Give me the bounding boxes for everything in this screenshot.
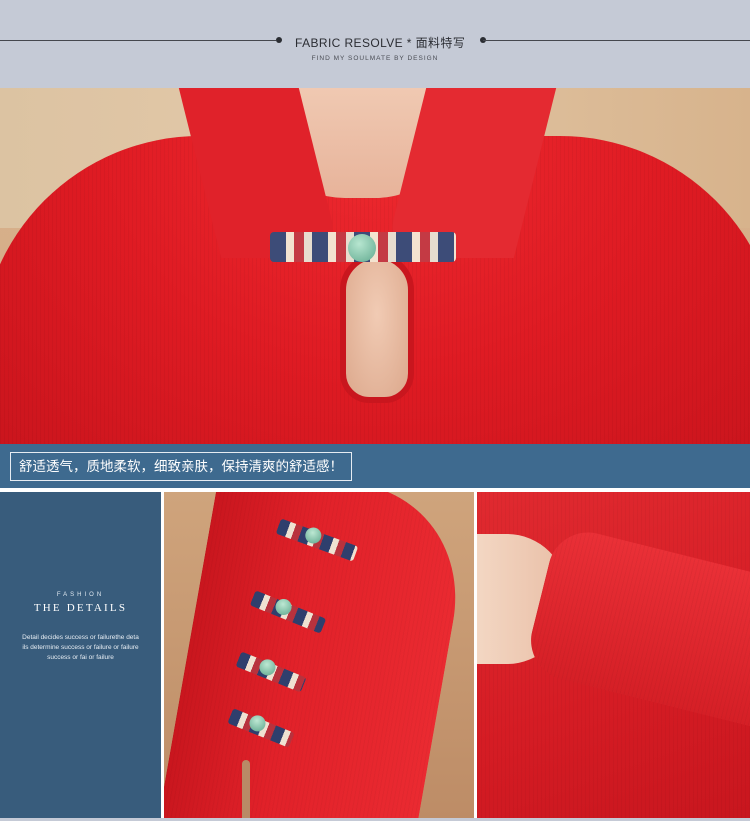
details-body: Detail decides success or failurethe det… xyxy=(22,634,139,661)
keyhole-neckline xyxy=(340,253,414,403)
jade-bead xyxy=(348,234,376,262)
section-subtitle: FIND MY SOULMATE BY DESIGN xyxy=(311,55,439,62)
side-slit xyxy=(242,760,250,821)
fabric-closeup-photo xyxy=(0,88,750,444)
details-panel: FASHION THE DETAILS Detail decides succe… xyxy=(0,492,161,821)
details-kicker: FASHION xyxy=(56,592,105,598)
details-heading: THE DETAILS xyxy=(33,602,128,614)
section-title: FABRIC RESOLVE * 面料特写 xyxy=(295,36,466,50)
caption-band: 舒适透气，质地柔软，细致亲肤，保持清爽的舒适感！ xyxy=(0,444,750,488)
divider-line-right xyxy=(483,40,750,41)
divider-line-left xyxy=(0,40,276,41)
caption-text: 舒适透气，质地柔软，细致亲肤，保持清爽的舒适感！ xyxy=(10,452,352,481)
sleeve-cuff-photo xyxy=(477,492,750,821)
section-header: FABRIC RESOLVE * 面料特写 FIND MY SOULMATE B… xyxy=(0,0,750,88)
dot-ornament-left xyxy=(276,37,282,43)
side-slit-photo xyxy=(164,492,474,821)
